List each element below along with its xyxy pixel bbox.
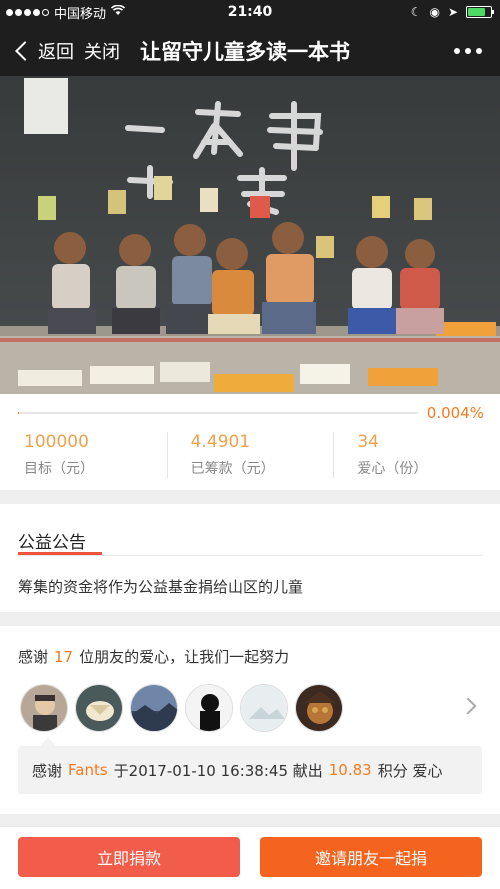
stat-label: 目标（元） (24, 461, 94, 477)
stat-value: 100000 (24, 432, 89, 452)
donation-amount: 10.83 (328, 761, 372, 779)
back-label: 返回 (38, 42, 74, 63)
hero-photo (0, 76, 500, 394)
latest-donation: 感谢 Fants 于2017-01-10 16:38:45 献出 10.83 积分 爱心 (18, 738, 482, 794)
avatar[interactable] (185, 684, 233, 732)
donor-name[interactable]: Fants (68, 761, 108, 779)
stat-hearts: 34 爱心（份） (333, 432, 500, 482)
title-underline (18, 552, 102, 555)
divider (18, 555, 482, 556)
nav-bar: 返回 关闭 让留守儿童多读一本书 (0, 24, 500, 76)
donation-suffix: 积分 爱心 (377, 761, 443, 780)
announcement-title: 公益公告 (18, 533, 86, 553)
action-bar: 立即捐款 邀请朋友一起捐 (0, 826, 500, 889)
battery-icon (466, 6, 494, 18)
announcement-text: 筹集的资金将作为公益基金捐给山区的儿童 (18, 578, 304, 596)
stat-label: 爱心（份） (357, 461, 428, 477)
stats-row: 100000 目标（元） 4.4901 已筹款（元） 34 爱心（份） (0, 432, 500, 482)
stat-value: 34 (357, 432, 379, 452)
stat-value: 4.4901 (190, 432, 251, 452)
avatar[interactable] (75, 684, 123, 732)
progress-bar (18, 412, 418, 414)
avatar[interactable] (130, 684, 178, 732)
stat-target: 100000 目标（元） (0, 432, 167, 482)
stat-raised: 4.4901 已筹款（元） (166, 432, 334, 482)
progress-fill (18, 412, 20, 414)
thanks-suffix: 位朋友的爱心，让我们一起努力 (79, 648, 290, 666)
donors-section: 感谢 17 位朋友的爱心，让我们一起努力 感谢 Fants 于2017-01-10 16… (0, 626, 500, 814)
back-button[interactable]: 返回 (14, 38, 74, 64)
donation-prefix: 感谢 (32, 761, 63, 780)
fundraising-stats: 0.004% 100000 目标（元） 4.4901 已筹款（元） 34 爱心（… (0, 394, 500, 490)
page-title: 让留守儿童多读一本书 (140, 40, 350, 64)
status-bar: 中国移动 21:40 ☾ ◉ ➤ (0, 0, 500, 24)
avatar[interactable] (295, 684, 343, 732)
moon-icon: ☾ (410, 5, 422, 19)
stat-label: 已筹款（元） (190, 461, 275, 477)
donate-button[interactable]: 立即捐款 (18, 837, 240, 877)
invite-friends-button[interactable]: 邀请朋友一起捐 (260, 837, 482, 877)
announcement-section: 公益公告 筹集的资金将作为公益基金捐给山区的儿童 (0, 504, 500, 612)
thanks-message: 感谢 17 位朋友的爱心，让我们一起努力 (18, 646, 289, 667)
donor-count: 17 (54, 648, 74, 666)
status-icons: ☾ ◉ ➤ (410, 5, 494, 19)
chevron-right-icon[interactable] (459, 697, 477, 715)
close-button[interactable]: 关闭 (84, 38, 120, 64)
donation-time: 于2017-01-10 16:38:45 献出 (113, 761, 323, 780)
more-menu-button[interactable] (454, 48, 482, 54)
avatar[interactable] (20, 684, 68, 732)
rotation-lock-icon: ◉ (429, 5, 440, 19)
donor-avatars (20, 684, 343, 732)
chevron-left-icon (15, 41, 35, 61)
location-icon: ➤ (447, 5, 458, 19)
thanks-prefix: 感谢 (18, 648, 49, 666)
progress-percent: 0.004% (426, 404, 484, 422)
avatar[interactable] (240, 684, 288, 732)
